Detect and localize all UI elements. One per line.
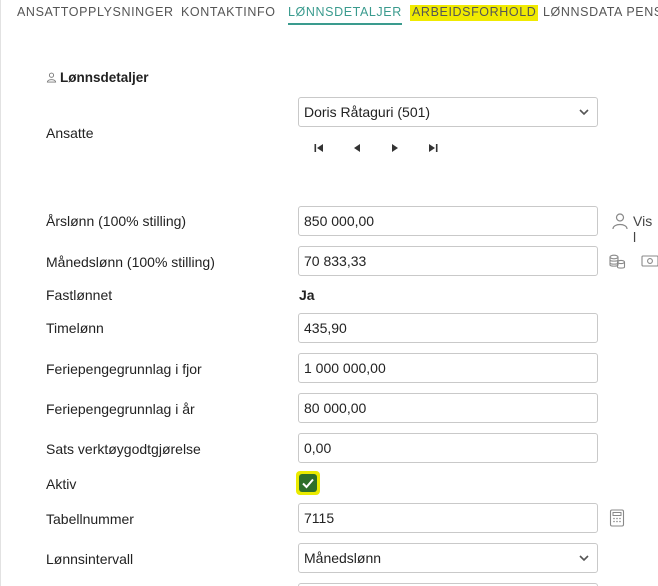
active-checkbox[interactable] bbox=[296, 471, 320, 495]
next-record-button[interactable] bbox=[387, 140, 403, 156]
tab-arbeidsforhold[interactable]: ARBEIDSFORHOLD bbox=[410, 5, 539, 21]
person-icon bbox=[612, 213, 628, 230]
hourly-wage-label: Timelønn bbox=[46, 320, 104, 336]
holiday-base-this-year-label: Feriepengegrunnlag i år bbox=[46, 401, 195, 417]
tab-kontaktinfo[interactable]: KONTAKTINFO bbox=[181, 5, 276, 23]
previous-record-button[interactable] bbox=[349, 140, 365, 156]
money-icon bbox=[641, 255, 658, 267]
pay-interval-label: Lønnsintervall bbox=[46, 551, 134, 567]
chevron-down-icon bbox=[579, 555, 589, 562]
show-link-text[interactable]: Vis l bbox=[633, 213, 658, 245]
section-title-text: Lønnsdetaljer bbox=[60, 70, 149, 85]
fixed-salary-value: Ja bbox=[299, 287, 315, 303]
last-record-button[interactable] bbox=[425, 140, 441, 156]
prev-icon bbox=[354, 144, 360, 152]
chevron-down-icon bbox=[579, 109, 589, 116]
tool-allowance-label: Sats verktøygodtgjørelse bbox=[46, 441, 201, 457]
first-icon bbox=[314, 144, 323, 152]
coins-button[interactable] bbox=[607, 251, 627, 271]
holiday-base-this-year-input[interactable]: 80 000,00 bbox=[298, 393, 598, 423]
person-icon bbox=[46, 72, 57, 83]
monthly-salary-input[interactable]: 70 833,33 bbox=[298, 246, 598, 276]
active-label: Aktiv bbox=[46, 476, 77, 492]
employee-select-value: Doris Råtaguri (501) bbox=[304, 104, 431, 120]
fixed-salary-label: Fastlønnet bbox=[46, 287, 113, 303]
pay-interval-select[interactable]: Månedslønn bbox=[298, 543, 598, 573]
last-icon bbox=[429, 144, 438, 152]
tab-bar: ANSATTOPPLYSNINGER KONTAKTINFO LØNNSDETA… bbox=[0, 0, 658, 30]
tab-ansattopplysninger[interactable]: ANSATTOPPLYSNINGER bbox=[17, 5, 174, 23]
tab-lonnsdata-pensjon[interactable]: LØNNSDATA PENS bbox=[543, 5, 658, 23]
table-number-input[interactable]: 7115 bbox=[298, 503, 598, 533]
left-border bbox=[0, 0, 1, 586]
annual-salary-label: Årslønn (100% stilling) bbox=[46, 213, 187, 229]
pay-interval-value: Månedslønn bbox=[304, 550, 382, 566]
holiday-base-last-year-input[interactable]: 1 000 000,00 bbox=[298, 353, 598, 383]
calculator-button[interactable] bbox=[607, 508, 627, 528]
tool-allowance-input[interactable]: 0,00 bbox=[298, 433, 598, 463]
table-number-label: Tabellnummer bbox=[46, 511, 134, 527]
hourly-wage-input[interactable]: 435,90 bbox=[298, 313, 598, 343]
employee-label: Ansatte bbox=[46, 125, 94, 141]
cash-button[interactable] bbox=[640, 251, 658, 271]
show-person-button[interactable] bbox=[610, 211, 630, 231]
employee-select[interactable]: Doris Råtaguri (501) bbox=[298, 97, 598, 127]
coins-icon bbox=[609, 254, 626, 269]
first-record-button[interactable] bbox=[311, 140, 327, 156]
checkmark-icon bbox=[302, 478, 314, 489]
tab-lonnsdetaljer[interactable]: LØNNSDETALJER bbox=[288, 5, 402, 25]
annual-salary-input[interactable]: 850 000,00 bbox=[298, 206, 598, 236]
monthly-salary-label: Månedslønn (100% stilling) bbox=[46, 254, 215, 270]
active-checkbox-box bbox=[299, 474, 317, 492]
next-icon bbox=[392, 144, 398, 152]
section-title: Lønnsdetaljer bbox=[46, 70, 149, 85]
holiday-base-last-year-label: Feriepengegrunnlag i fjor bbox=[46, 361, 202, 377]
calculator-icon bbox=[609, 509, 625, 527]
